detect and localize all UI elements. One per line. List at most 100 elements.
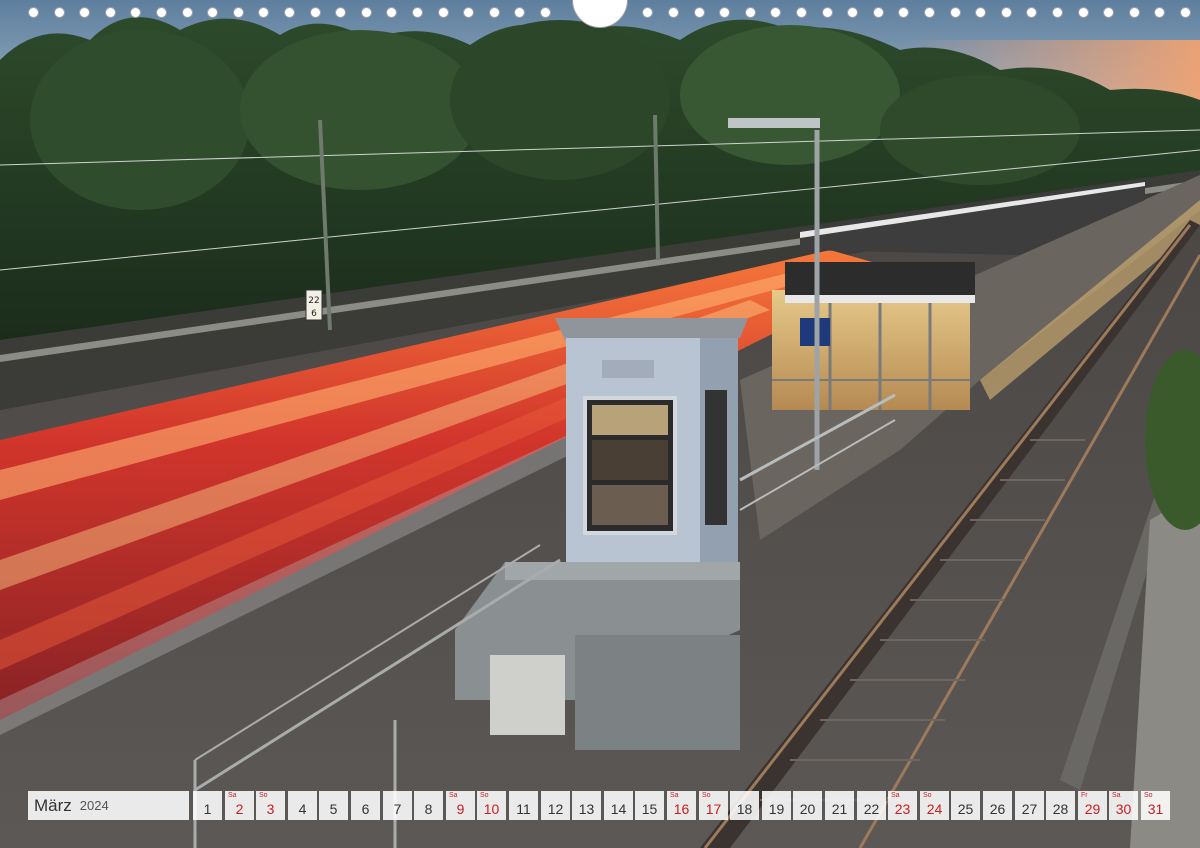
binding-hole <box>438 7 449 18</box>
binding-hole <box>258 7 269 18</box>
calendar-day: Sa 2 <box>225 791 254 820</box>
day-weekday: So <box>259 792 268 799</box>
day-number: 19 <box>768 801 785 817</box>
calendar-day: Sa 9 <box>446 791 475 820</box>
binding-hole <box>642 7 653 18</box>
binding-hole <box>1103 7 1114 18</box>
binding-hole <box>130 7 141 18</box>
binding-hole <box>105 7 116 18</box>
day-number: 30 <box>1115 801 1132 817</box>
km-sign-top: 22 <box>308 296 319 306</box>
day-number: 4 <box>298 801 307 817</box>
day-number: 15 <box>641 801 658 817</box>
binding-hole <box>694 7 705 18</box>
month-year: 2024 <box>79 798 109 813</box>
binding-hole <box>924 7 935 18</box>
binding-hole <box>975 7 986 18</box>
binding-hole <box>950 7 961 18</box>
day-number: 31 <box>1147 801 1164 817</box>
day-weekday: So <box>480 792 489 799</box>
day-number: 9 <box>456 801 465 817</box>
day-number: 23 <box>894 801 911 817</box>
binding-hole <box>54 7 65 18</box>
calendar-day: 13 <box>572 791 601 820</box>
day-number: 12 <box>547 801 564 817</box>
day-number: 7 <box>393 801 402 817</box>
day-weekday: Fr <box>1081 792 1088 799</box>
calendar-day: 21 <box>825 791 854 820</box>
binding-hole <box>463 7 474 18</box>
calendar-day: Sa 16 <box>667 791 696 820</box>
calendar-day: 5 <box>319 791 348 820</box>
calendar-day: So 3 <box>256 791 285 820</box>
day-weekday: So <box>923 792 932 799</box>
day-number: 3 <box>266 801 275 817</box>
binding-hole <box>1026 7 1037 18</box>
binding-hole <box>822 7 833 18</box>
day-weekday: So <box>702 792 711 799</box>
binding-hole <box>310 7 321 18</box>
calendar-day: 19 <box>762 791 791 820</box>
month-label: März 2024 <box>28 791 189 820</box>
binding-hole <box>233 7 244 18</box>
binding-hole <box>1129 7 1140 18</box>
calendar-day: 20 <box>793 791 822 820</box>
day-weekday: Sa <box>449 792 458 799</box>
day-number: 14 <box>610 801 627 817</box>
binding-hole <box>898 7 909 18</box>
binding-hole <box>514 7 525 18</box>
binding-hole <box>1052 7 1063 18</box>
binding-hole <box>489 7 500 18</box>
binding-hole <box>770 7 781 18</box>
binding-hole <box>79 7 90 18</box>
day-weekday: Sa <box>228 792 237 799</box>
binding-hole <box>1154 7 1165 18</box>
calendar-day: 12 <box>541 791 570 820</box>
binding-hole <box>386 7 397 18</box>
calendar-day: 28 <box>1046 791 1075 820</box>
calendar-day: 6 <box>351 791 380 820</box>
calendar-day: 15 <box>635 791 664 820</box>
calendar-day: So 10 <box>477 791 506 820</box>
day-number: 25 <box>957 801 974 817</box>
day-number: 18 <box>736 801 753 817</box>
calendar-day: 4 <box>288 791 317 820</box>
day-number: 17 <box>705 801 722 817</box>
day-number: 10 <box>483 801 500 817</box>
binding-hole <box>745 7 756 18</box>
calendar-day: 7 <box>383 791 412 820</box>
binding-hole <box>796 7 807 18</box>
calendar-day: So 17 <box>699 791 728 820</box>
day-number: 24 <box>926 801 943 817</box>
day-number: 26 <box>989 801 1006 817</box>
day-number: 28 <box>1052 801 1069 817</box>
calendar-day: So 31 <box>1141 791 1170 820</box>
calendar-strip: März 2024 1 Sa 2 So 3 4 5 6 7 8 Sa 9 So 10 11 12 13 14 15 S… <box>28 791 1172 820</box>
binding-hole <box>847 7 858 18</box>
binding-hole <box>719 7 730 18</box>
day-number: 16 <box>673 801 690 817</box>
binding-hole <box>1078 7 1089 18</box>
day-weekday: Sa <box>891 792 900 799</box>
day-number: 27 <box>1021 801 1038 817</box>
binding-hole <box>668 7 679 18</box>
km-sign-bottom: 6 <box>311 309 317 319</box>
binding-hole <box>540 7 551 18</box>
day-number: 2 <box>235 801 244 817</box>
day-number: 22 <box>863 801 880 817</box>
day-number: 8 <box>424 801 433 817</box>
binding-hole <box>1180 7 1191 18</box>
calendar-day: 14 <box>604 791 633 820</box>
calendar-day: Sa 23 <box>888 791 917 820</box>
calendar-day: Sa 30 <box>1109 791 1138 820</box>
binding-hole <box>284 7 295 18</box>
day-weekday: So <box>1144 792 1153 799</box>
binding-hole <box>207 7 218 18</box>
day-number: 1 <box>203 801 212 817</box>
binding-hole <box>1001 7 1012 18</box>
calendar-day: 22 <box>857 791 886 820</box>
binding-hole <box>182 7 193 18</box>
calendar-day: 27 <box>1015 791 1044 820</box>
calendar-day: 26 <box>983 791 1012 820</box>
day-number: 13 <box>578 801 595 817</box>
